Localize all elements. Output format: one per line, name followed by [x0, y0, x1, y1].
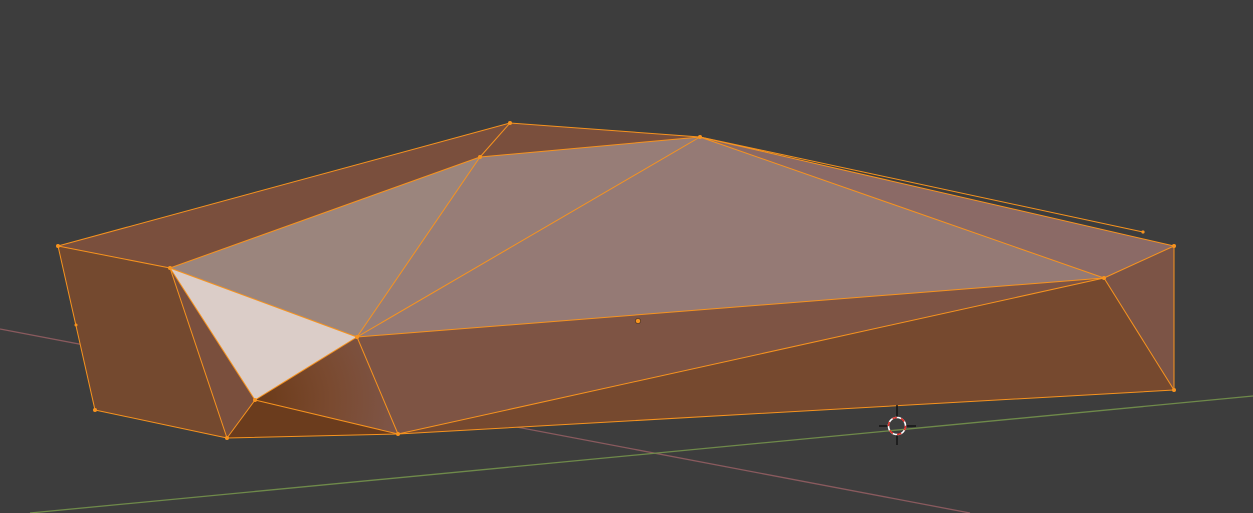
3d-viewport[interactable]	[0, 0, 1253, 513]
mesh-object[interactable]	[58, 123, 1174, 438]
object-origin-icon[interactable]	[635, 318, 641, 324]
3d-cursor-icon[interactable]	[879, 405, 916, 445]
viewport-canvas[interactable]	[0, 0, 1253, 513]
